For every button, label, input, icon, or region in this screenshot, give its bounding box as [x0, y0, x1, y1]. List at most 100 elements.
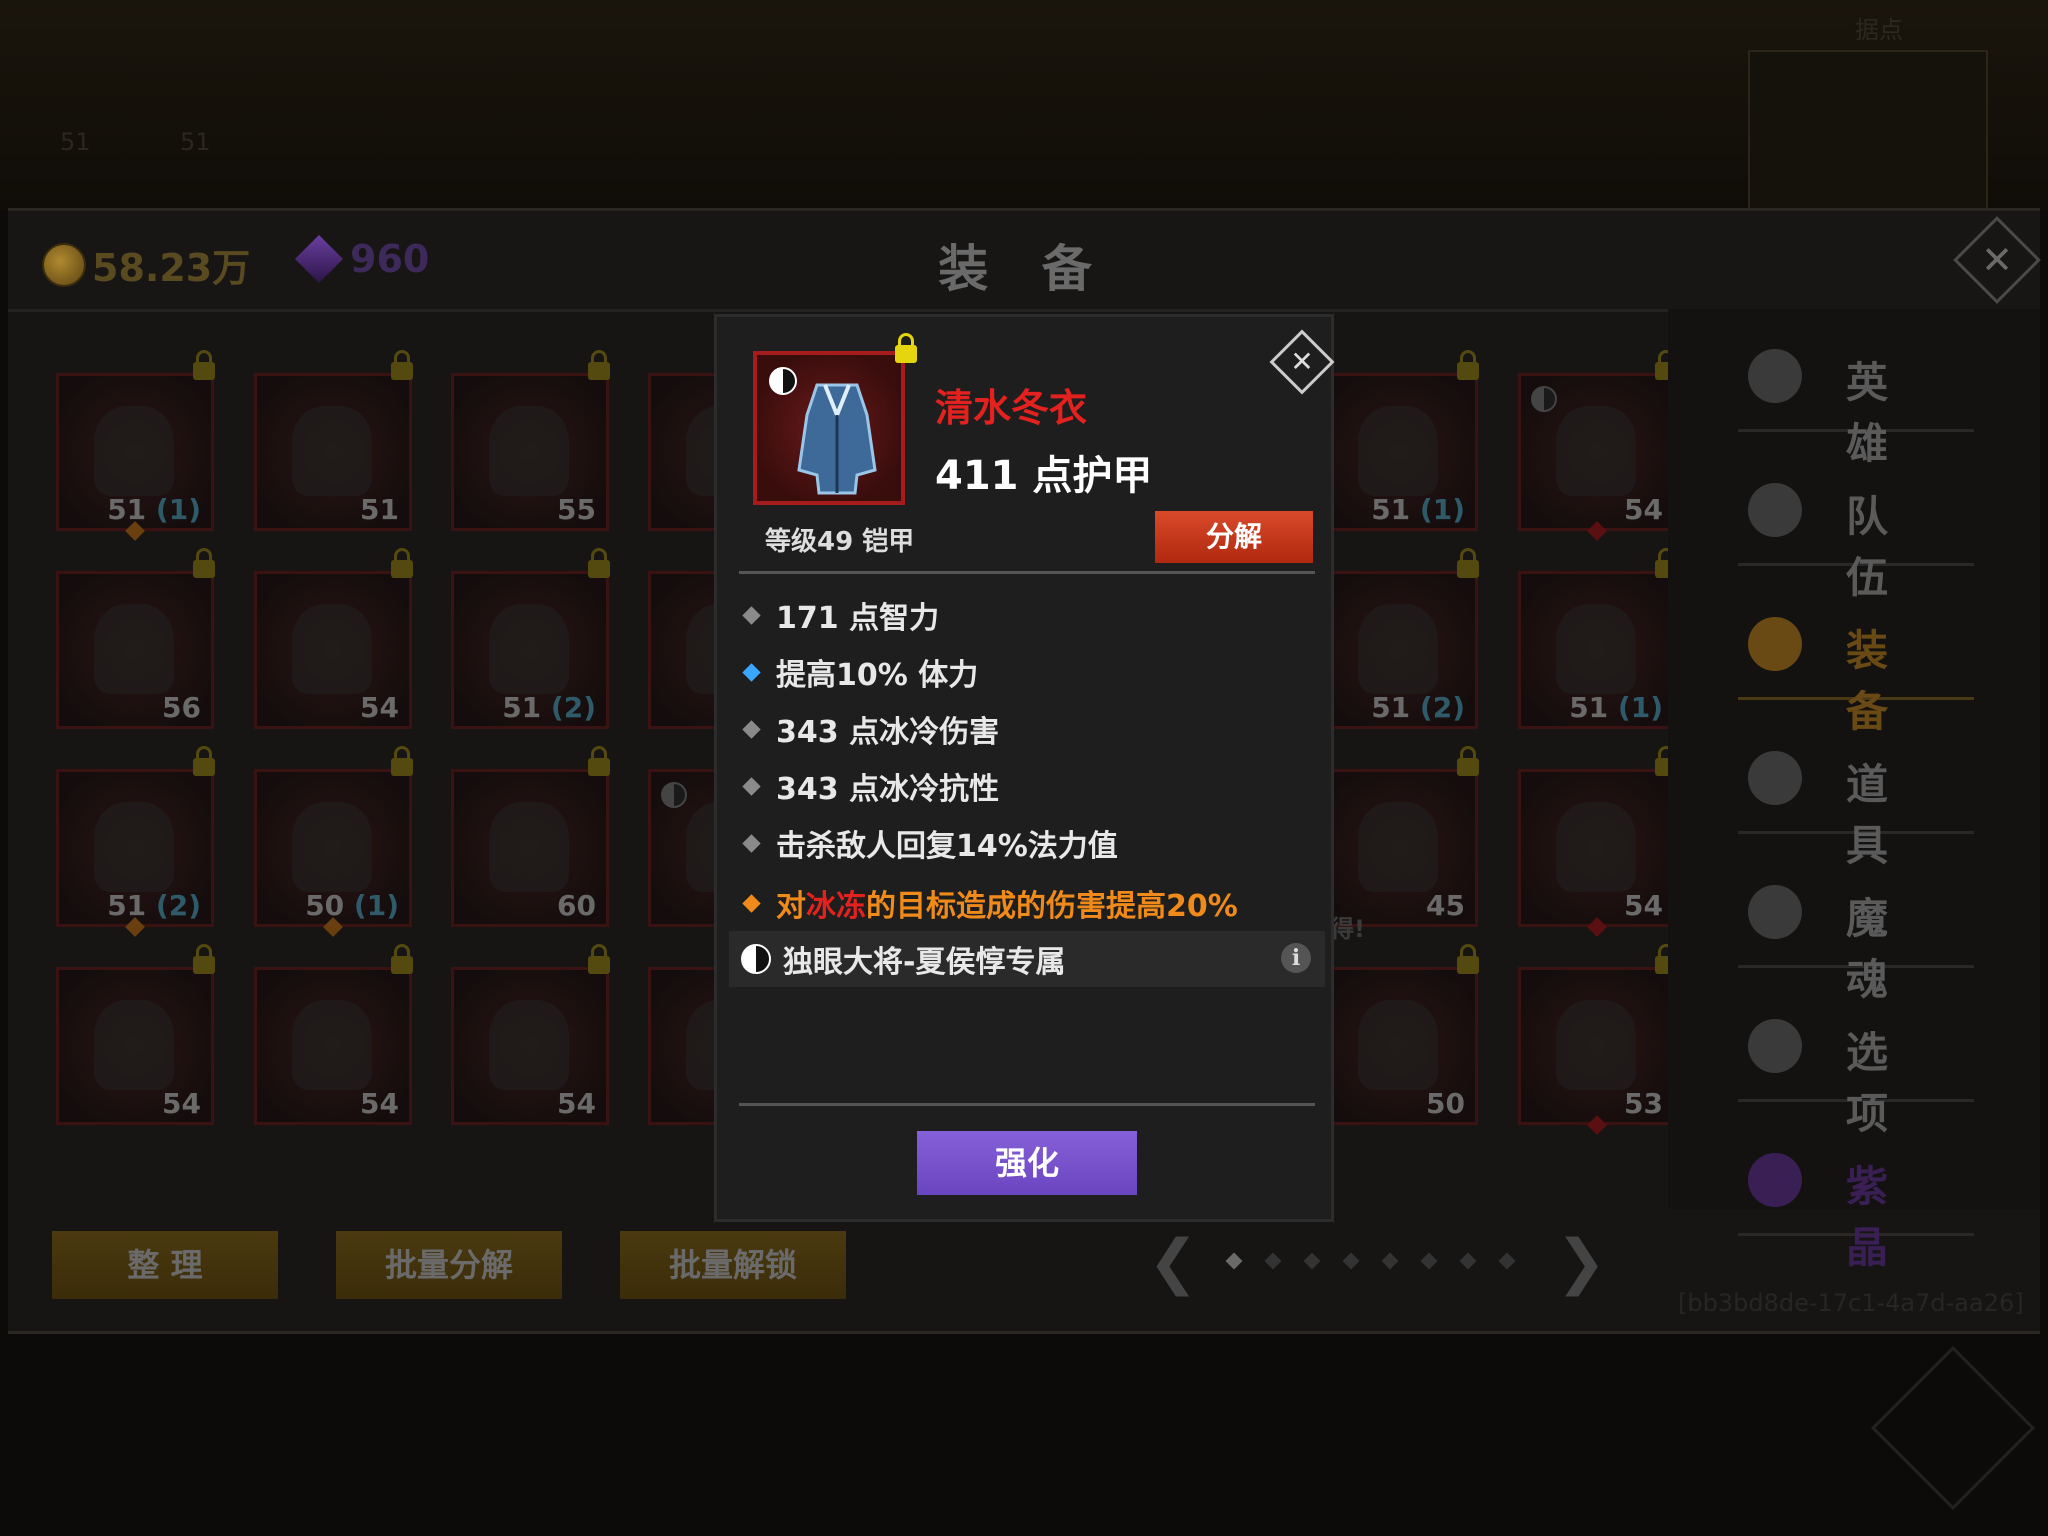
equipment-slot[interactable]: 45 — [1320, 746, 1479, 927]
divider — [739, 1103, 1315, 1106]
diamond-icon — [742, 662, 761, 682]
lock-icon — [391, 746, 413, 776]
page-dot[interactable] — [1342, 1252, 1360, 1270]
equipment-slot[interactable]: 60 — [451, 746, 610, 927]
sidebar-item-souls[interactable]: 魔 魂 — [1738, 845, 1974, 1004]
amethyst-icon — [1748, 1153, 1802, 1207]
equipment-slot[interactable]: 51 — [254, 350, 413, 531]
page-dot[interactable] — [1420, 1252, 1438, 1270]
equipment-art — [94, 1000, 174, 1090]
slot-level: 54 — [360, 691, 399, 724]
yin-yang-icon — [769, 367, 797, 395]
flame-icon — [1748, 885, 1802, 939]
slot-level: 50 (1) — [305, 889, 399, 922]
diamond-icon — [742, 719, 761, 739]
page-dot[interactable] — [1381, 1252, 1399, 1270]
diamond-icon — [742, 893, 761, 913]
equipment-slot[interactable]: 53 — [1518, 944, 1677, 1135]
batch-decompose-button[interactable]: 批量分解 — [336, 1231, 562, 1299]
rarity-diamond-icon — [1587, 1115, 1607, 1135]
slot-level: 51 (1) — [1371, 493, 1465, 526]
divider — [739, 571, 1315, 574]
equipment-slot[interactable]: 51 (1) — [56, 350, 215, 541]
slot-level: 45 — [1426, 889, 1465, 922]
decompose-button[interactable]: 分解 — [1155, 511, 1313, 563]
minimap-title: 据点 — [1855, 16, 1903, 44]
stat-row: 击杀敌人回复14%法力值 — [741, 815, 1321, 871]
page-dot[interactable] — [1459, 1252, 1477, 1270]
equipment-slot[interactable]: 51 (2) — [451, 548, 610, 729]
equipment-art — [1556, 604, 1636, 694]
sidebar-item-team[interactable]: 队 伍 — [1738, 443, 1974, 602]
equipment-slot[interactable]: 54 — [254, 548, 413, 729]
slot-level: 54 — [360, 1087, 399, 1120]
prev-page-button[interactable]: ❮ — [1148, 1227, 1198, 1297]
slot-level: 51 (2) — [107, 889, 201, 922]
page-dot[interactable] — [1303, 1252, 1321, 1270]
equipment-slot[interactable]: 55 — [451, 350, 610, 531]
equipment-slot[interactable]: 54 — [254, 944, 413, 1125]
bag-icon — [1748, 751, 1802, 805]
page-dot[interactable] — [1264, 1252, 1282, 1270]
rarity-diamond-icon — [1587, 917, 1607, 937]
special-stat-text: 对冰冻的目标造成的伤害提高20% — [776, 889, 1238, 924]
info-icon[interactable]: i — [1281, 943, 1311, 973]
stat-row: 171 点智力 — [741, 587, 1321, 643]
equipment-slot[interactable]: 51 (2) — [56, 746, 215, 937]
session-id: [bb3bd8de-17c1-4a7d-aa26] — [1678, 1289, 2024, 1317]
lock-icon — [391, 944, 413, 974]
equipment-slot[interactable]: 50 — [1320, 944, 1479, 1125]
equipment-slot[interactable]: 51 (2) — [1320, 548, 1479, 729]
yin-yang-icon — [661, 782, 687, 808]
slot-level: 54 — [162, 1087, 201, 1120]
minimap[interactable] — [1748, 50, 1988, 219]
lock-icon — [588, 944, 610, 974]
page-dot[interactable] — [1498, 1252, 1516, 1270]
background-top: 51 51 — [0, 0, 2048, 210]
lock-icon[interactable] — [895, 333, 917, 363]
sort-button[interactable]: 整 理 — [52, 1231, 278, 1299]
hero-icon — [1748, 349, 1802, 403]
equipment-slot[interactable]: 54 — [1518, 746, 1677, 937]
equipment-slot[interactable]: 54 — [1518, 350, 1677, 541]
slot-level: 55 — [557, 493, 596, 526]
bg-number: 51 — [180, 128, 211, 156]
slot-level: 51 (1) — [107, 493, 201, 526]
lock-icon — [391, 548, 413, 578]
sidebar-item-amethyst[interactable]: 紫 晶 — [1738, 1113, 1974, 1272]
slot-level: 51 (2) — [502, 691, 596, 724]
batch-unlock-button[interactable]: 批量解锁 — [620, 1231, 846, 1299]
lock-icon — [193, 548, 215, 578]
equipment-slot[interactable]: 51 (1) — [1320, 350, 1479, 531]
panel-title: 装 备 — [938, 240, 1110, 298]
sidebar-item-items[interactable]: 道 具 — [1738, 711, 1974, 870]
lock-icon — [1457, 944, 1479, 974]
slot-level: 56 — [162, 691, 201, 724]
close-dialog-button[interactable]: ✕ — [1269, 329, 1335, 395]
menu-button[interactable] — [1870, 1345, 2036, 1511]
equipment-slot[interactable]: 50 (1) — [254, 746, 413, 937]
item-icon — [753, 351, 905, 505]
equipment-slot[interactable]: 54 — [451, 944, 610, 1125]
enhance-button[interactable]: 强化 — [917, 1131, 1137, 1195]
equipment-slot[interactable]: 51 (1) — [1518, 548, 1677, 729]
equipment-art — [1358, 1000, 1438, 1090]
stat-row: 343 点冰冷抗性 — [741, 758, 1321, 814]
sidebar-item-equipment[interactable]: 装 备 — [1738, 577, 1974, 736]
page-dot[interactable] — [1225, 1252, 1243, 1270]
set-bonus-row: 独眼大将-夏侯惇专属 i — [729, 931, 1325, 987]
item-detail-dialog: 清水冬衣 411 点护甲 等级49 铠甲 分解 ✕ 171 点智力 提高10% 体… — [714, 314, 1335, 1222]
lock-icon — [588, 350, 610, 380]
equipment-slot[interactable]: 56 — [56, 548, 215, 729]
next-page-button[interactable]: ❯ — [1556, 1227, 1606, 1297]
stat-text: 击杀敌人回复14%法力值 — [776, 829, 1118, 864]
gear-icon — [1748, 1019, 1802, 1073]
equipment-art — [94, 406, 174, 496]
sidebar-item-heroes[interactable]: 英 雄 — [1738, 309, 1974, 468]
equipment-art — [1556, 406, 1636, 496]
equipment-art — [94, 604, 174, 694]
slot-level: 60 — [557, 889, 596, 922]
sidebar-item-options[interactable]: 选 项 — [1738, 979, 1974, 1138]
equipment-slot[interactable]: 54 — [56, 944, 215, 1125]
flag-icon — [1748, 483, 1802, 537]
